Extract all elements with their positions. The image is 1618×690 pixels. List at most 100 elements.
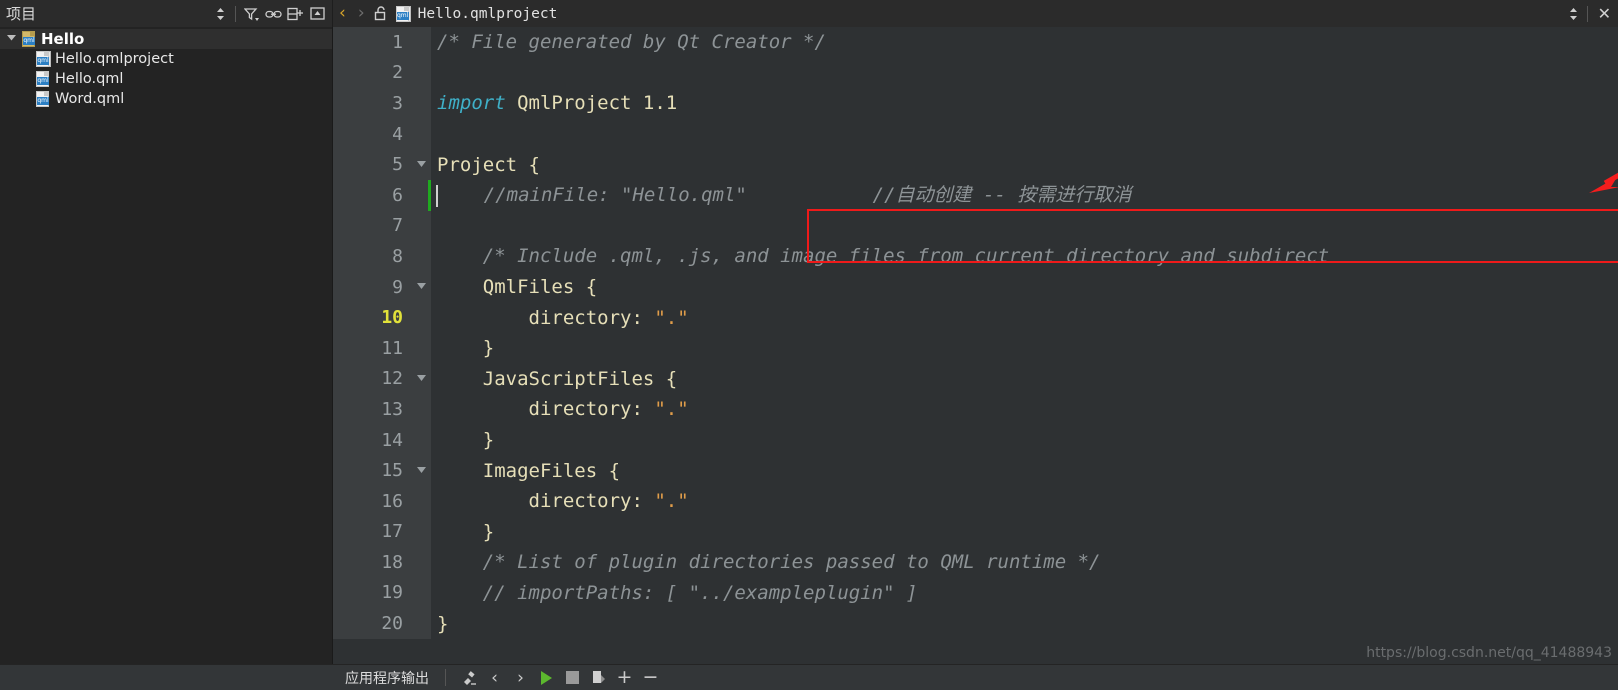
fold-toggle-icon[interactable] (411, 160, 431, 170)
code-text: ImageFiles { (437, 459, 621, 482)
code-line[interactable]: 9 QmlFiles { (333, 271, 1618, 303)
open-file-tab-label[interactable]: Hello.qmlproject (411, 6, 558, 22)
line-number: 17 (381, 521, 403, 543)
code-text: directory: "." (437, 306, 689, 329)
code-line[interactable]: 19 // importPaths: [ "../exampleplugin" … (333, 577, 1618, 609)
code-line[interactable]: 16 directory: "." (333, 485, 1618, 517)
line-number: 19 (381, 582, 403, 604)
code-line[interactable]: 20} (333, 608, 1618, 639)
stop-icon[interactable] (564, 669, 581, 686)
code-line[interactable]: 12 JavaScriptFiles { (333, 363, 1618, 395)
code-text: QmlFiles { (437, 276, 598, 299)
line-number: 9 (392, 276, 403, 298)
file-dropdown-icon[interactable] (1564, 4, 1584, 24)
line-gutter: 14 (333, 424, 431, 456)
line-number: 7 (392, 215, 403, 237)
tree-item-label: Word.qml (55, 91, 125, 107)
code-line[interactable]: 7 (333, 210, 1618, 242)
code-line[interactable]: 8 /* Include .qml, .js, and image files … (333, 241, 1618, 272)
line-gutter: 9 (333, 271, 431, 303)
output-toolbar: ‹ › + − (450, 668, 659, 688)
editor-header: ‹ › qml Hello.qmlproject ✕ (333, 0, 1618, 27)
code-line[interactable]: 18 /* List of plugin directories passed … (333, 547, 1618, 578)
code-text: import QmlProject 1.1 (437, 92, 678, 115)
attach-debugger-icon[interactable] (590, 669, 607, 686)
code-line[interactable]: 10 directory: "." (333, 302, 1618, 333)
code-line[interactable]: 17 } (333, 516, 1618, 548)
code-line[interactable]: 6 //mainFile: "Hello.qml" //自动创建 -- 按需进行… (333, 179, 1618, 211)
code-text: directory: "." (437, 490, 689, 513)
zoom-in-icon[interactable]: + (616, 668, 633, 687)
main-body: qml Hello qml Hello.qmlproject qml Hello.qml q… (0, 27, 1618, 664)
code-line[interactable]: 1 /* File generated by Qt Creator */ (333, 27, 1618, 58)
tree-item-label: Hello (41, 30, 85, 48)
tree-item-label: Hello.qmlproject (55, 51, 174, 67)
prev-item-icon[interactable]: ‹ (486, 668, 503, 688)
line-gutter: 18 (333, 547, 431, 578)
code-text: directory: "." (437, 398, 689, 421)
filter-icon[interactable] (241, 4, 261, 24)
navigate-back-button[interactable]: ‹ (333, 5, 352, 22)
line-gutter: 5 (333, 149, 431, 180)
application-output-label[interactable]: 应用程序输出 (333, 668, 441, 688)
sidebar-header: 项目 (0, 0, 333, 27)
collapse-icon[interactable] (307, 4, 327, 24)
line-gutter: 4 (333, 118, 431, 150)
code-text: /* Include .qml, .js, and image files fr… (437, 245, 1330, 268)
line-number: 11 (381, 337, 403, 359)
link-icon[interactable] (263, 4, 283, 24)
qmlproject-file-icon: qml (395, 5, 411, 22)
close-file-button[interactable]: ✕ (1591, 5, 1618, 22)
unlocked-padlock-icon[interactable] (371, 4, 391, 24)
tree-item-label: Hello.qml (55, 71, 124, 87)
toolbar-divider (235, 5, 236, 22)
qt-creator-window: 项目 ‹ › qml Hello.qmlproject ✕ qml Hello … (0, 0, 1618, 690)
sort-updown-icon[interactable] (210, 4, 230, 24)
line-gutter: 2 (333, 57, 431, 89)
navigate-forward-button[interactable]: › (352, 5, 371, 22)
code-line[interactable]: 5 Project { (333, 149, 1618, 180)
zoom-out-icon[interactable]: − (642, 668, 659, 687)
line-gutter: 17 (333, 516, 431, 548)
line-gutter: 15 (333, 455, 431, 486)
project-tree-panel[interactable]: qml Hello qml Hello.qmlproject qml Hello.qml q… (0, 27, 333, 664)
tree-item-hello-qmlproject[interactable]: qml Hello.qmlproject (0, 49, 332, 69)
code-line[interactable]: 11 } (333, 332, 1618, 364)
line-gutter: 8 (333, 241, 431, 272)
fold-toggle-icon[interactable] (411, 466, 431, 476)
code-line[interactable]: 15 ImageFiles { (333, 455, 1618, 486)
tree-item-hello[interactable]: qml Hello (0, 29, 332, 49)
code-text: Project { (437, 153, 540, 176)
fold-toggle-icon[interactable] (411, 374, 431, 384)
code-text: } (437, 612, 449, 635)
tree-item-hello-qml[interactable]: qml Hello.qml (0, 69, 332, 89)
code-text: } (437, 520, 495, 543)
code-editor[interactable]: 1 /* File generated by Qt Creator */ 2 3 imp… (333, 27, 1618, 664)
code-lines: 1 /* File generated by Qt Creator */ 2 3 imp… (333, 27, 1618, 639)
code-line[interactable]: 4 (333, 118, 1618, 150)
run-icon[interactable] (538, 669, 555, 686)
sidebar-toolbar (210, 4, 332, 24)
code-line[interactable]: 3 import QmlProject 1.1 (333, 88, 1618, 119)
code-line[interactable]: 2 (333, 57, 1618, 89)
chevron-down-icon[interactable] (0, 34, 22, 44)
code-line[interactable]: 14 } (333, 424, 1618, 456)
line-number: 8 (392, 245, 403, 267)
code-text: } (437, 429, 495, 452)
line-number: 18 (381, 551, 403, 573)
qml-file-icon: qml (36, 71, 51, 87)
split-add-icon[interactable] (285, 4, 305, 24)
fold-toggle-icon[interactable] (411, 282, 431, 292)
line-number: 6 (392, 184, 403, 206)
line-number: 20 (381, 613, 403, 635)
code-line[interactable]: 13 directory: "." (333, 394, 1618, 425)
line-number: 4 (392, 123, 403, 145)
next-item-icon[interactable]: › (512, 668, 529, 688)
line-number: 2 (392, 62, 403, 84)
code-text: JavaScriptFiles { (437, 367, 678, 390)
line-gutter: 16 (333, 485, 431, 517)
clear-output-icon[interactable] (460, 669, 477, 686)
tree-item-word-qml[interactable]: qml Word.qml (0, 89, 332, 109)
line-gutter: 10 (333, 302, 431, 333)
line-number: 15 (381, 460, 403, 482)
